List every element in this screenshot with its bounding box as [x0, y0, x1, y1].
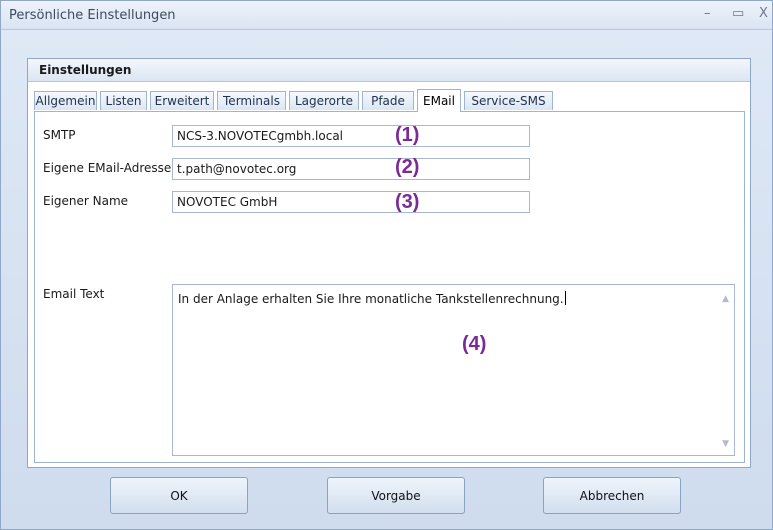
email-text-label: Email Text: [43, 287, 105, 301]
annotation-marker-2: (2): [395, 156, 420, 178]
smtp-label: SMTP: [43, 128, 76, 142]
tab-pfade[interactable]: Pfade: [362, 91, 414, 110]
annotation-marker-3: (3): [395, 191, 420, 213]
tab-listen[interactable]: Listen: [100, 91, 147, 110]
settings-dialog: Persönliche Einstellungen – ▭ X Einstell…: [0, 0, 773, 530]
smtp-input[interactable]: NCS-3.NOVOTECgmbh.local: [172, 125, 530, 147]
minimize-icon[interactable]: –: [704, 6, 711, 21]
annotation-marker-4: (4): [462, 333, 487, 355]
annotation-marker-1: (1): [395, 124, 420, 146]
title-bar[interactable]: Persönliche Einstellungen – ▭ X: [1, 1, 772, 30]
email-text-content: In der Anlage erhalten Sie Ihre monatlic…: [178, 291, 566, 306]
tab-terminals[interactable]: Terminals: [217, 91, 286, 110]
own-name-input[interactable]: NOVOTEC GmbH: [172, 191, 530, 213]
tab-strip: Allgemein Listen Erweitert Terminals Lag…: [34, 89, 750, 112]
group-title: Einstellungen: [39, 63, 132, 77]
window-title: Persönliche Einstellungen: [9, 8, 176, 23]
maximize-icon[interactable]: ▭: [732, 6, 744, 21]
email-tab-page: SMTP NCS-3.NOVOTECgmbh.local (1) Eigene …: [34, 111, 745, 463]
tab-erweitert[interactable]: Erweitert: [150, 91, 214, 110]
tab-email[interactable]: EMail: [417, 89, 461, 112]
settings-group: Einstellungen Allgemein Listen Erweitert…: [27, 58, 751, 468]
own-name-label: Eigener Name: [43, 194, 129, 208]
tab-lagerorte[interactable]: Lagerorte: [289, 91, 359, 110]
email-text-area[interactable]: In der Anlage erhalten Sie Ihre monatlic…: [172, 284, 735, 456]
own-email-label: Eigene EMail-Adresse: [43, 161, 172, 175]
tab-service-sms[interactable]: Service-SMS: [464, 91, 553, 110]
group-header: Einstellungen: [28, 59, 750, 82]
default-button[interactable]: Vorgabe: [327, 477, 465, 514]
cancel-button[interactable]: Abbrechen: [543, 477, 681, 514]
scroll-up-arrow-icon[interactable]: ▲: [722, 294, 729, 304]
close-icon[interactable]: X: [759, 6, 768, 21]
ok-button[interactable]: OK: [110, 477, 248, 514]
text-caret: [564, 291, 566, 305]
tab-allgemein[interactable]: Allgemein: [34, 91, 97, 110]
scroll-down-arrow-icon[interactable]: ▼: [722, 439, 729, 449]
own-email-input[interactable]: t.path@novotec.org: [172, 158, 530, 180]
